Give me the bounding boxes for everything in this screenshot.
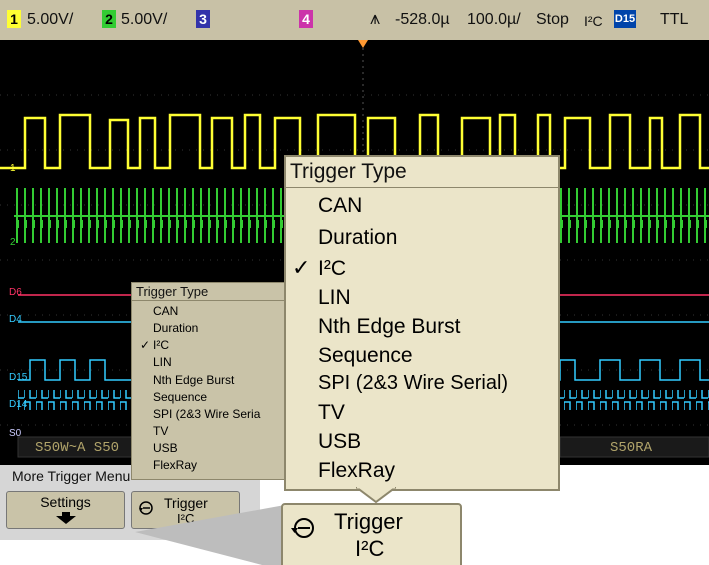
small-menu-item-spi[interactable]: SPI (2&3 Wire Seria (153, 407, 285, 421)
menu-item-i2c[interactable]: I²C (318, 257, 346, 281)
oscilloscope-screen: { "status": { "ch1_label": "1", "ch1_sca… (0, 0, 709, 565)
checkmark-icon: ✓ (292, 255, 311, 280)
small-menu-item-usb[interactable]: USB (153, 441, 178, 455)
small-menu-item-can[interactable]: CAN (153, 304, 178, 318)
menu-item-usb[interactable]: USB (318, 430, 361, 454)
trigger-type-menu: Trigger Type CAN Duration ✓ I²C LIN Nth … (284, 155, 560, 491)
small-menu-item-flexray[interactable]: FlexRay (153, 458, 197, 472)
trigger-type-menu-title: Trigger Type (290, 160, 407, 183)
small-checkmark-icon: ✓ (140, 338, 151, 352)
small-menu-item-i2c[interactable]: I²C (153, 338, 169, 352)
trigger-type-menu-small-title: Trigger Type (136, 284, 209, 299)
rotate-arrow-icon (291, 518, 314, 538)
small-menu-item-tv[interactable]: TV (153, 424, 168, 438)
small-menu-item-nth-edge[interactable]: Nth Edge Burst (153, 373, 234, 387)
trigger-softkey-zoomed[interactable]: Trigger I²C (281, 503, 462, 565)
trigger-softkey-zoomed-value: I²C (355, 536, 385, 561)
menu-item-tv[interactable]: TV (318, 401, 345, 425)
menu-item-spi[interactable]: SPI (2&3 Wire Serial) (318, 372, 508, 395)
menu-item-can[interactable]: CAN (318, 194, 362, 218)
trigger-type-menu-small: Trigger Type CAN Duration ✓ I²C LIN Nth … (131, 282, 287, 480)
menu-item-duration[interactable]: Duration (318, 226, 397, 250)
menu-item-sequence[interactable]: Sequence (318, 344, 413, 368)
trigger-softkey-zoomed-label: Trigger (334, 509, 403, 534)
menu-item-nth-edge-burst[interactable]: Nth Edge Burst (318, 315, 460, 339)
divider (286, 187, 558, 188)
divider (132, 300, 286, 301)
small-menu-item-duration[interactable]: Duration (153, 321, 198, 335)
small-menu-item-sequence[interactable]: Sequence (153, 390, 207, 404)
menu-item-lin[interactable]: LIN (318, 286, 351, 310)
menu-item-flexray[interactable]: FlexRay (318, 459, 395, 483)
menu-pointer (356, 487, 396, 503)
small-menu-item-lin[interactable]: LIN (153, 355, 172, 369)
